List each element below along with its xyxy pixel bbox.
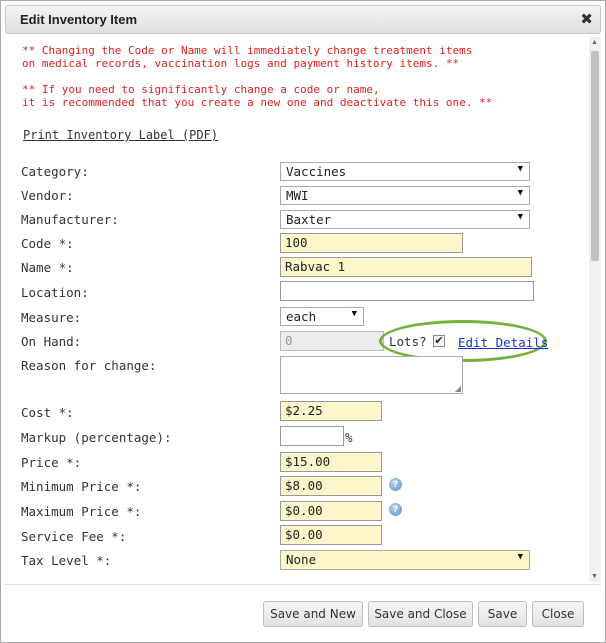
markup-input[interactable] [280,426,344,446]
lots-checkbox[interactable]: ✔ [433,335,445,347]
category-label: Category: [21,164,89,179]
name-input[interactable]: Rabvac 1 [280,257,532,277]
dialog-content: ** Changing the Code or Name will immedi… [5,37,603,582]
lots-label: Lots? [389,334,427,349]
vendor-label: Vendor: [21,188,74,203]
cost-label: Cost *: [21,405,74,420]
close-button[interactable]: Close [532,601,584,627]
chevron-down-icon: ▼ [517,164,523,174]
close-icon[interactable]: ✖ [580,10,593,28]
save-and-close-button[interactable]: Save and Close [368,601,473,627]
category-select[interactable]: Vaccines ▼ [280,162,530,181]
chevron-down-icon: ▼ [517,552,523,562]
help-icon[interactable]: ? [389,478,402,491]
edit-inventory-dialog: Edit Inventory Item ✖ ** Changing the Co… [0,0,606,643]
maximum-price-label: Maximum Price *: [21,504,142,519]
chevron-down-icon: ▼ [351,309,357,319]
price-input[interactable]: $15.00 [280,452,382,472]
location-label: Location: [21,285,89,300]
measure-select[interactable]: each ▼ [280,307,364,326]
tax-level-select[interactable]: None ▼ [280,550,530,570]
minimum-price-input[interactable]: $8.00 [280,476,382,496]
warning-line-1: ** Changing the Code or Name will immedi… [22,44,473,57]
maximum-price-input[interactable]: $0.00 [280,501,382,521]
markup-label: Markup (percentage): [21,430,172,445]
help-icon[interactable]: ? [389,503,402,516]
price-label: Price *: [21,455,82,470]
scroll-up-icon[interactable]: ▲ [591,39,598,46]
vertical-scrollbar[interactable]: ▲ ▼ [589,37,601,582]
manufacturer-select[interactable]: Baxter ▼ [280,210,530,229]
footer-divider [5,584,601,585]
save-button[interactable]: Save [478,601,527,627]
print-inventory-label-link[interactable]: Print Inventory Label (PDF) [23,128,218,142]
vendor-select[interactable]: MWI ▼ [280,186,530,205]
scroll-down-icon[interactable]: ▼ [591,573,598,580]
warning-line-3: ** If you need to significantly change a… [22,83,380,96]
location-input[interactable] [280,281,534,301]
service-fee-input[interactable]: $0.00 [280,525,382,545]
code-label: Code *: [21,236,74,251]
chevron-down-icon: ▼ [517,188,523,198]
tax-level-value: None [286,552,317,567]
minimum-price-label: Minimum Price *: [21,479,142,494]
percent-sign: % [345,430,353,445]
reason-textarea[interactable]: ◢ [280,356,463,394]
code-input[interactable]: 100 [280,233,463,253]
chevron-down-icon: ▼ [517,212,523,222]
manufacturer-value: Baxter [286,212,332,227]
measure-value: each [286,309,317,324]
on-hand-input: 0 [280,331,384,351]
reason-label: Reason for change: [21,358,157,373]
measure-label: Measure: [21,310,82,325]
on-hand-label: On Hand: [21,334,82,349]
manufacturer-label: Manufacturer: [21,212,119,227]
dialog-titlebar[interactable]: Edit Inventory Item ✖ [5,5,601,34]
warning-line-2: on medical records, vaccination logs and… [22,57,460,70]
scrollbar-thumb[interactable] [591,51,599,261]
tax-level-label: Tax Level *: [21,553,112,568]
dialog-title: Edit Inventory Item [20,12,138,27]
warning-line-4: it is recommended that you create a new … [22,96,493,109]
vendor-value: MWI [286,188,309,203]
save-and-new-button[interactable]: Save and New [263,601,363,627]
cost-input[interactable]: $2.25 [280,401,382,421]
resize-grip-icon[interactable]: ◢ [455,384,461,393]
edit-details-link[interactable]: Edit Details [458,335,548,350]
name-label: Name *: [21,260,74,275]
category-value: Vaccines [286,164,347,179]
service-fee-label: Service Fee *: [21,529,127,544]
